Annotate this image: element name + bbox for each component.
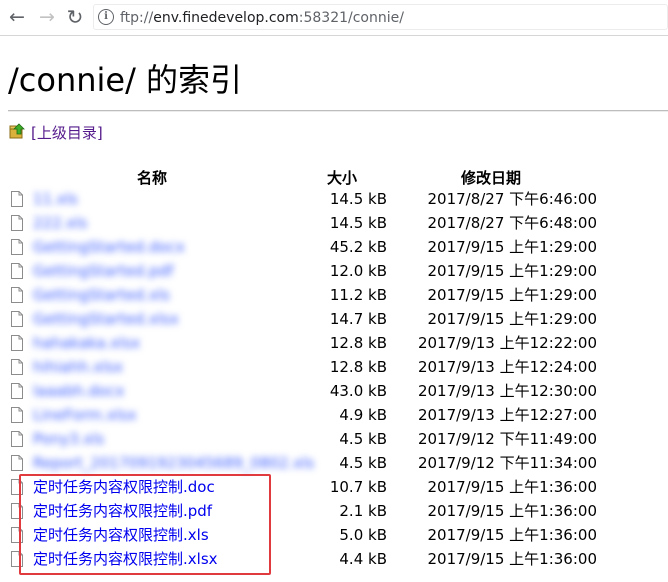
file-icon [11,431,23,447]
file-icon [11,455,23,471]
file-size: 5.0 kB [339,526,387,544]
table-row: Pony3.xls 4.5 kB 2017/9/12 下午11:49:00 [0,428,668,452]
file-name-link[interactable]: GettingStarted.pdf [33,261,173,281]
file-icon [11,551,23,567]
file-size: 4.4 kB [339,550,387,568]
file-size: 14.7 kB [329,310,387,328]
column-header-size[interactable]: 大小 [327,168,357,188]
url-scheme: ftp:// [120,10,154,26]
file-name-link[interactable]: 定时任务内容权限控制.doc [33,477,215,497]
file-name-link[interactable]: GettingStarted.xls [33,285,170,305]
file-name-link[interactable]: 定时任务内容权限控制.pdf [33,501,212,521]
file-size: 45.2 kB [329,238,387,256]
table-row: hihiahh.xlsx 12.8 kB 2017/9/13 上午12:24:0… [0,356,668,380]
file-name-link[interactable]: 定时任务内容权限控制.xls [33,525,209,545]
file-modified-date: 2017/9/15 上午1:36:00 [427,526,597,544]
forward-arrow-icon[interactable]: → [36,6,58,28]
file-icon [11,527,23,543]
address-bar[interactable]: i ftp://env.finedevelop.com:58321/connie… [93,4,668,30]
file-icon [11,479,23,495]
table-row: 222.xls 14.5 kB 2017/8/27 下午6:48:00 [0,212,668,236]
file-modified-date: 2017/9/13 上午12:24:00 [417,358,597,376]
table-row: Report_2017091923045689_0802.xls 4.5 kB … [0,452,668,476]
file-name-link[interactable]: 定时任务内容权限控制.xlsx [33,549,218,569]
file-icon [11,359,23,375]
file-name-link[interactable]: Report_2017091923045689_0802.xls [33,453,314,473]
table-row: LineForm.xlsx 4.9 kB 2017/9/13 上午12:27:0… [0,404,668,428]
divider [8,110,668,112]
file-modified-date: 2017/9/15 上午1:29:00 [427,286,597,304]
file-icon [11,263,23,279]
reload-icon[interactable]: ↻ [64,6,86,28]
file-icon [11,335,23,351]
file-size: 11.2 kB [329,286,387,304]
file-modified-date: 2017/9/15 上午1:29:00 [427,238,597,256]
file-size: 4.5 kB [339,454,387,472]
file-name-link[interactable]: hihiahh.xlsx [33,357,123,377]
file-size: 4.9 kB [339,406,387,424]
file-icon [11,287,23,303]
table-row: 定时任务内容权限控制.xls 5.0 kB 2017/9/15 上午1:36:0… [0,524,668,548]
info-icon[interactable]: i [98,9,114,25]
file-modified-date: 2017/9/13 上午12:27:00 [417,406,597,424]
file-size: 10.7 kB [329,478,387,496]
file-modified-date: 2017/9/12 下午11:49:00 [417,430,597,448]
file-name-link[interactable]: hahakaka.xlsx [33,333,140,353]
file-icon [11,311,23,327]
table-row: 定时任务内容权限控制.pdf 2.1 kB 2017/9/15 上午1:36:0… [0,500,668,524]
back-arrow-icon[interactable]: ← [6,6,28,28]
table-row: hahakaka.xlsx 12.8 kB 2017/9/13 上午12:22:… [0,332,668,356]
file-modified-date: 2017/9/13 上午12:30:00 [417,382,597,400]
folder-up-icon[interactable] [9,123,25,139]
table-row: GettingStarted.xls 11.2 kB 2017/9/15 上午1… [0,284,668,308]
url-text[interactable]: ftp://env.finedevelop.com:58321/connie/ [120,9,404,27]
table-row: 定时任务内容权限控制.doc 10.7 kB 2017/9/15 上午1:36:… [0,476,668,500]
file-size: 4.5 kB [339,430,387,448]
file-modified-date: 2017/8/27 下午6:46:00 [427,190,597,208]
file-modified-date: 2017/9/13 上午12:22:00 [417,334,597,352]
file-icon [11,383,23,399]
file-icon [11,407,23,423]
table-row: 定时任务内容权限控制.xlsx 4.4 kB 2017/9/15 上午1:36:… [0,548,668,572]
table-row: 11.xls 14.5 kB 2017/8/27 下午6:46:00 [0,188,668,212]
table-row: GettingStarted.xlsx 14.7 kB 2017/9/15 上午… [0,308,668,332]
file-modified-date: 2017/9/15 上午1:36:00 [427,502,597,520]
file-name-link[interactable]: GettingStarted.docx [33,237,185,257]
browser-toolbar: ← → ↻ i ftp://env.finedevelop.com:58321/… [0,0,668,36]
file-size: 12.0 kB [329,262,387,280]
file-modified-date: 2017/9/15 上午1:29:00 [427,310,597,328]
file-icon [11,191,23,207]
url-path: :58321/connie/ [298,10,404,26]
column-header-name[interactable]: 名称 [137,168,167,188]
page-title: /connie/ 的索引 [8,61,243,99]
file-icon [11,215,23,231]
file-icon [11,503,23,519]
file-name-link[interactable]: laaabh.docx [33,381,124,401]
file-name-link[interactable]: GettingStarted.xlsx [33,309,179,329]
file-modified-date: 2017/9/12 下午11:34:00 [417,454,597,472]
column-header-modified[interactable]: 修改日期 [461,168,521,188]
file-size: 14.5 kB [329,214,387,232]
file-size: 12.8 kB [329,334,387,352]
file-size: 2.1 kB [339,502,387,520]
file-name-link[interactable]: LineForm.xlsx [33,405,137,425]
file-name-link[interactable]: 222.xls [33,213,87,233]
file-size: 12.8 kB [329,358,387,376]
file-name-link[interactable]: 11.xls [33,189,78,209]
table-row: GettingStarted.docx 45.2 kB 2017/9/15 上午… [0,236,668,260]
file-modified-date: 2017/8/27 下午6:48:00 [427,214,597,232]
file-size: 14.5 kB [329,190,387,208]
file-icon [11,239,23,255]
table-row: laaabh.docx 43.0 kB 2017/9/13 上午12:30:00 [0,380,668,404]
file-name-link[interactable]: Pony3.xls [33,429,104,449]
file-modified-date: 2017/9/15 上午1:36:00 [427,478,597,496]
file-modified-date: 2017/9/15 上午1:36:00 [427,550,597,568]
url-host: env.finedevelop.com [153,10,299,26]
file-modified-date: 2017/9/15 上午1:29:00 [427,262,597,280]
table-row: GettingStarted.pdf 12.0 kB 2017/9/15 上午1… [0,260,668,284]
file-size: 43.0 kB [329,382,387,400]
parent-directory-link[interactable]: [上级目录] [31,123,103,143]
